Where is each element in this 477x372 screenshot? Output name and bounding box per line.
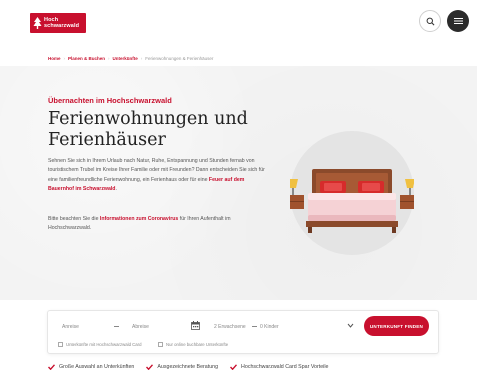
logo-tree-icon: [33, 17, 42, 29]
header-search-button[interactable]: [419, 10, 441, 32]
header-menu-button[interactable]: [447, 10, 469, 32]
arrival-date-input[interactable]: Anreise: [62, 321, 79, 333]
accommodation-search-form: Anreise Abreise 2 Erwachsene 0 Kinder UN…: [47, 310, 439, 354]
breadcrumb-unterkuenfte[interactable]: Unterkünfte: [113, 56, 138, 61]
hochschwarzwald-card-checkbox[interactable]: Unterkünfte mit Hochschwarzwald Card: [58, 342, 141, 347]
checkmark-icon: [146, 364, 154, 370]
corona-info-link[interactable]: Informationen zum Coronavirus: [100, 216, 178, 222]
arrival-placeholder: Anreise: [62, 324, 79, 330]
checkbox-box[interactable]: [58, 342, 63, 347]
checkbox-box[interactable]: [158, 342, 163, 347]
usp-label: Hochschwarzwald Card Spar Vorteile: [241, 364, 329, 370]
calendar-icon[interactable]: [191, 321, 200, 330]
usp-item: Große Auswahl an Unterkünften: [48, 364, 134, 370]
usp-label: Ausgezeichnete Beratung: [157, 364, 219, 370]
breadcrumb-separator: ›: [108, 56, 110, 61]
date-range-dash: [114, 326, 119, 327]
online-bookable-checkbox[interactable]: Nur online buchbare Unterkünfte: [158, 342, 228, 347]
checkmark-icon: [48, 364, 55, 370]
usp-item: Ausgezeichnete Beratung: [146, 364, 218, 370]
hero-eyebrow: Übernachten im Hochschwarzwald: [48, 96, 172, 105]
guests-dash: [252, 326, 257, 327]
checkbox-label: Nur online buchbare Unterkünfte: [166, 342, 229, 347]
breadcrumb-separator: ›: [63, 56, 66, 61]
breadcrumb-current: Ferienwohnungen & Ferienhäuser: [145, 56, 214, 61]
usp-item: Hochschwarzwald Card Spar Vorteile: [230, 364, 328, 370]
site-logo[interactable]: Hoch schwarzwald: [30, 13, 86, 33]
breadcrumb: Home › Planen & Buchen › Unterkünfte › Ferienw…: [48, 56, 213, 61]
breadcrumb-home[interactable]: Home: [48, 56, 61, 61]
hero-intro-end: .: [115, 185, 117, 192]
departure-date-input[interactable]: Abreise: [132, 321, 149, 333]
usp-label: Große Auswahl an Unterkünften: [59, 364, 135, 370]
children-select[interactable]: 0 Kinder: [260, 321, 279, 333]
find-accommodation-button[interactable]: UNTERKUNFT FINDEN: [364, 316, 429, 336]
hero-intro-paragraph: Sehnen Sie sich in Ihrem Urlaub nach Nat…: [48, 157, 270, 194]
bedroom-illustration: [284, 131, 420, 255]
corona-note-start: Bitte beachten Sie die: [48, 216, 100, 222]
breadcrumb-planen-buchen[interactable]: Planen & Buchen: [68, 56, 105, 61]
checkbox-label: Unterkünfte mit Hochschwarzwald Card: [66, 342, 142, 347]
adults-value: 2 Erwachsene: [214, 324, 246, 330]
hamburger-menu-icon: [453, 18, 463, 24]
bed-icon: [284, 169, 420, 233]
chevron-down-icon[interactable]: [347, 322, 354, 329]
site-header: Hoch schwarzwald: [0, 0, 477, 48]
logo-wordmark: Hoch schwarzwald: [44, 17, 79, 29]
breadcrumb-separator: ›: [140, 56, 143, 61]
search-icon: [426, 17, 434, 25]
corona-note-paragraph: Bitte beachten Sie die Informationen zum…: [48, 215, 270, 234]
checkmark-icon: [230, 364, 238, 370]
page-title: Ferienwohnungen und Ferienhäuser: [48, 109, 248, 150]
adults-select[interactable]: 2 Erwachsene: [214, 321, 246, 333]
usp-list: Große Auswahl an Unterkünften Ausgezeich…: [48, 364, 340, 370]
children-value: 0 Kinder: [260, 324, 279, 330]
departure-placeholder: Abreise: [132, 324, 149, 330]
logo-line-2: schwarzwald: [44, 23, 80, 29]
